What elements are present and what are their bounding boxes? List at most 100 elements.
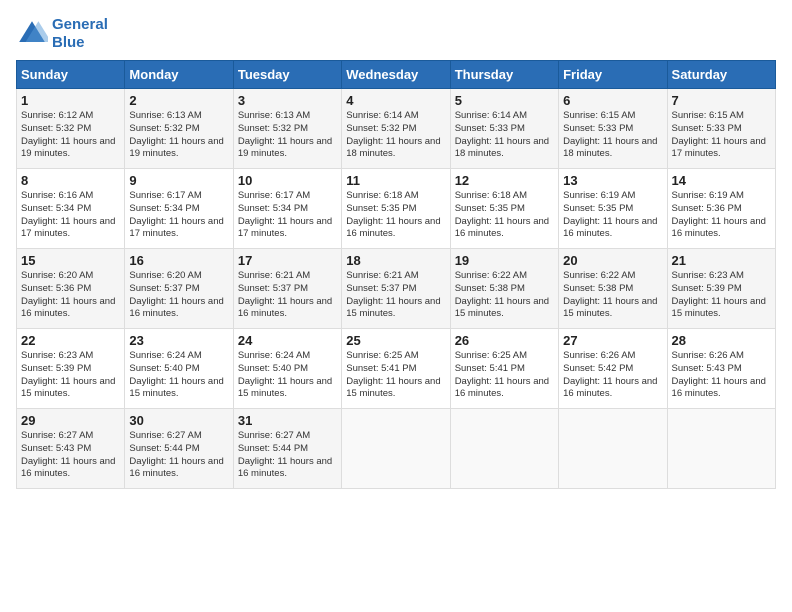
calendar-cell <box>450 409 558 489</box>
cell-info: Sunrise: 6:23 AM Sunset: 5:39 PM Dayligh… <box>21 350 120 401</box>
day-number: 11 <box>346 173 445 188</box>
cell-info: Sunrise: 6:15 AM Sunset: 5:33 PM Dayligh… <box>563 110 662 161</box>
header-tuesday: Tuesday <box>233 61 341 89</box>
day-number: 18 <box>346 253 445 268</box>
header-sunday: Sunday <box>17 61 125 89</box>
cell-info: Sunrise: 6:25 AM Sunset: 5:41 PM Dayligh… <box>455 350 554 401</box>
calendar-cell: 30 Sunrise: 6:27 AM Sunset: 5:44 PM Dayl… <box>125 409 233 489</box>
calendar-cell: 21 Sunrise: 6:23 AM Sunset: 5:39 PM Dayl… <box>667 249 775 329</box>
calendar-cell: 1 Sunrise: 6:12 AM Sunset: 5:32 PM Dayli… <box>17 89 125 169</box>
cell-info: Sunrise: 6:27 AM Sunset: 5:44 PM Dayligh… <box>129 430 228 481</box>
calendar-cell <box>667 409 775 489</box>
cell-info: Sunrise: 6:19 AM Sunset: 5:36 PM Dayligh… <box>672 190 771 241</box>
calendar-cell: 15 Sunrise: 6:20 AM Sunset: 5:36 PM Dayl… <box>17 249 125 329</box>
day-number: 20 <box>563 253 662 268</box>
day-number: 13 <box>563 173 662 188</box>
cell-info: Sunrise: 6:24 AM Sunset: 5:40 PM Dayligh… <box>129 350 228 401</box>
calendar-cell: 23 Sunrise: 6:24 AM Sunset: 5:40 PM Dayl… <box>125 329 233 409</box>
cell-info: Sunrise: 6:26 AM Sunset: 5:43 PM Dayligh… <box>672 350 771 401</box>
day-number: 7 <box>672 93 771 108</box>
calendar-cell: 25 Sunrise: 6:25 AM Sunset: 5:41 PM Dayl… <box>342 329 450 409</box>
calendar-cell: 7 Sunrise: 6:15 AM Sunset: 5:33 PM Dayli… <box>667 89 775 169</box>
calendar-cell: 19 Sunrise: 6:22 AM Sunset: 5:38 PM Dayl… <box>450 249 558 329</box>
cell-info: Sunrise: 6:26 AM Sunset: 5:42 PM Dayligh… <box>563 350 662 401</box>
calendar-cell: 2 Sunrise: 6:13 AM Sunset: 5:32 PM Dayli… <box>125 89 233 169</box>
day-number: 24 <box>238 333 337 348</box>
header-friday: Friday <box>559 61 667 89</box>
cell-info: Sunrise: 6:20 AM Sunset: 5:37 PM Dayligh… <box>129 270 228 321</box>
calendar-cell: 4 Sunrise: 6:14 AM Sunset: 5:32 PM Dayli… <box>342 89 450 169</box>
cell-info: Sunrise: 6:25 AM Sunset: 5:41 PM Dayligh… <box>346 350 445 401</box>
cell-info: Sunrise: 6:17 AM Sunset: 5:34 PM Dayligh… <box>129 190 228 241</box>
calendar-cell: 20 Sunrise: 6:22 AM Sunset: 5:38 PM Dayl… <box>559 249 667 329</box>
cell-info: Sunrise: 6:20 AM Sunset: 5:36 PM Dayligh… <box>21 270 120 321</box>
cell-info: Sunrise: 6:14 AM Sunset: 5:33 PM Dayligh… <box>455 110 554 161</box>
calendar-cell: 26 Sunrise: 6:25 AM Sunset: 5:41 PM Dayl… <box>450 329 558 409</box>
cell-info: Sunrise: 6:16 AM Sunset: 5:34 PM Dayligh… <box>21 190 120 241</box>
calendar-cell: 24 Sunrise: 6:24 AM Sunset: 5:40 PM Dayl… <box>233 329 341 409</box>
cell-info: Sunrise: 6:17 AM Sunset: 5:34 PM Dayligh… <box>238 190 337 241</box>
day-number: 16 <box>129 253 228 268</box>
calendar-week-row: 29 Sunrise: 6:27 AM Sunset: 5:43 PM Dayl… <box>17 409 776 489</box>
day-number: 4 <box>346 93 445 108</box>
cell-info: Sunrise: 6:27 AM Sunset: 5:44 PM Dayligh… <box>238 430 337 481</box>
header-thursday: Thursday <box>450 61 558 89</box>
cell-info: Sunrise: 6:22 AM Sunset: 5:38 PM Dayligh… <box>563 270 662 321</box>
cell-info: Sunrise: 6:13 AM Sunset: 5:32 PM Dayligh… <box>129 110 228 161</box>
day-number: 17 <box>238 253 337 268</box>
calendar-cell: 29 Sunrise: 6:27 AM Sunset: 5:43 PM Dayl… <box>17 409 125 489</box>
calendar-cell <box>559 409 667 489</box>
calendar-cell: 10 Sunrise: 6:17 AM Sunset: 5:34 PM Dayl… <box>233 169 341 249</box>
day-number: 29 <box>21 413 120 428</box>
calendar-cell: 6 Sunrise: 6:15 AM Sunset: 5:33 PM Dayli… <box>559 89 667 169</box>
day-number: 26 <box>455 333 554 348</box>
calendar-cell: 27 Sunrise: 6:26 AM Sunset: 5:42 PM Dayl… <box>559 329 667 409</box>
day-number: 14 <box>672 173 771 188</box>
calendar-week-row: 8 Sunrise: 6:16 AM Sunset: 5:34 PM Dayli… <box>17 169 776 249</box>
cell-info: Sunrise: 6:19 AM Sunset: 5:35 PM Dayligh… <box>563 190 662 241</box>
calendar-cell: 13 Sunrise: 6:19 AM Sunset: 5:35 PM Dayl… <box>559 169 667 249</box>
day-number: 30 <box>129 413 228 428</box>
day-number: 6 <box>563 93 662 108</box>
cell-info: Sunrise: 6:12 AM Sunset: 5:32 PM Dayligh… <box>21 110 120 161</box>
page-header: General Blue <box>16 16 776 52</box>
cell-info: Sunrise: 6:15 AM Sunset: 5:33 PM Dayligh… <box>672 110 771 161</box>
calendar-cell: 31 Sunrise: 6:27 AM Sunset: 5:44 PM Dayl… <box>233 409 341 489</box>
calendar-cell: 5 Sunrise: 6:14 AM Sunset: 5:33 PM Dayli… <box>450 89 558 169</box>
day-number: 5 <box>455 93 554 108</box>
cell-info: Sunrise: 6:24 AM Sunset: 5:40 PM Dayligh… <box>238 350 337 401</box>
day-number: 19 <box>455 253 554 268</box>
logo: General Blue <box>16 16 108 52</box>
header-monday: Monday <box>125 61 233 89</box>
day-number: 1 <box>21 93 120 108</box>
day-number: 25 <box>346 333 445 348</box>
calendar-cell: 9 Sunrise: 6:17 AM Sunset: 5:34 PM Dayli… <box>125 169 233 249</box>
cell-info: Sunrise: 6:21 AM Sunset: 5:37 PM Dayligh… <box>238 270 337 321</box>
calendar-cell: 12 Sunrise: 6:18 AM Sunset: 5:35 PM Dayl… <box>450 169 558 249</box>
calendar-cell: 14 Sunrise: 6:19 AM Sunset: 5:36 PM Dayl… <box>667 169 775 249</box>
day-number: 27 <box>563 333 662 348</box>
day-number: 23 <box>129 333 228 348</box>
day-number: 28 <box>672 333 771 348</box>
calendar-cell: 3 Sunrise: 6:13 AM Sunset: 5:32 PM Dayli… <box>233 89 341 169</box>
day-number: 9 <box>129 173 228 188</box>
logo-text: General Blue <box>52 16 108 52</box>
day-number: 31 <box>238 413 337 428</box>
cell-info: Sunrise: 6:23 AM Sunset: 5:39 PM Dayligh… <box>672 270 771 321</box>
calendar-week-row: 22 Sunrise: 6:23 AM Sunset: 5:39 PM Dayl… <box>17 329 776 409</box>
cell-info: Sunrise: 6:13 AM Sunset: 5:32 PM Dayligh… <box>238 110 337 161</box>
header-saturday: Saturday <box>667 61 775 89</box>
cell-info: Sunrise: 6:18 AM Sunset: 5:35 PM Dayligh… <box>455 190 554 241</box>
calendar-week-row: 15 Sunrise: 6:20 AM Sunset: 5:36 PM Dayl… <box>17 249 776 329</box>
logo-icon <box>16 18 48 50</box>
calendar-header-row: SundayMondayTuesdayWednesdayThursdayFrid… <box>17 61 776 89</box>
cell-info: Sunrise: 6:22 AM Sunset: 5:38 PM Dayligh… <box>455 270 554 321</box>
day-number: 15 <box>21 253 120 268</box>
day-number: 21 <box>672 253 771 268</box>
calendar-cell: 28 Sunrise: 6:26 AM Sunset: 5:43 PM Dayl… <box>667 329 775 409</box>
day-number: 3 <box>238 93 337 108</box>
calendar-week-row: 1 Sunrise: 6:12 AM Sunset: 5:32 PM Dayli… <box>17 89 776 169</box>
cell-info: Sunrise: 6:14 AM Sunset: 5:32 PM Dayligh… <box>346 110 445 161</box>
cell-info: Sunrise: 6:27 AM Sunset: 5:43 PM Dayligh… <box>21 430 120 481</box>
cell-info: Sunrise: 6:18 AM Sunset: 5:35 PM Dayligh… <box>346 190 445 241</box>
